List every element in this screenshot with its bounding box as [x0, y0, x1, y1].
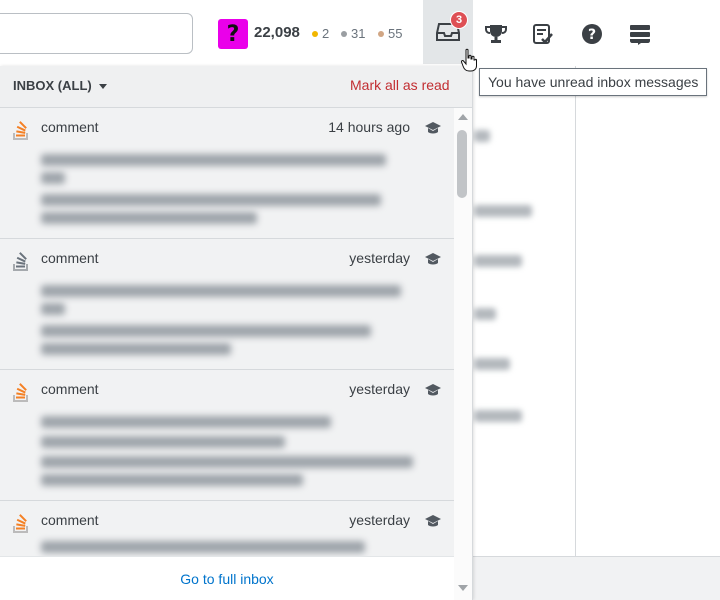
inbox-item-text	[41, 194, 381, 206]
graduation-cap-icon	[425, 515, 441, 527]
bronze-badge-value: 55	[388, 26, 403, 41]
blurred-text	[474, 130, 490, 142]
review-queues-button[interactable]	[529, 20, 557, 48]
graduation-cap-icon	[425, 384, 441, 396]
stackoverflow-icon	[13, 514, 28, 533]
hand-cursor-icon	[461, 48, 477, 72]
blurred-text	[474, 308, 496, 320]
blurred-text	[474, 358, 510, 370]
inbox-item-time: yesterday	[349, 512, 410, 528]
scrollbar-thumb[interactable]	[457, 130, 467, 198]
stackoverflow-icon	[13, 383, 28, 402]
page-background	[473, 66, 720, 600]
inbox-unread-badge: 3	[450, 11, 468, 29]
svg-text:?: ?	[588, 27, 596, 43]
gold-badge-icon	[312, 30, 318, 37]
inbox-item-type: comment	[41, 119, 99, 135]
inbox-item-text	[41, 436, 285, 448]
silver-badge-count: 31	[341, 26, 365, 41]
mark-all-read-link[interactable]: Mark all as read	[350, 77, 450, 93]
inbox-item[interactable]: comment 14 hours ago	[0, 108, 454, 239]
inbox-item[interactable]: comment yesterday	[0, 239, 454, 370]
silver-badge-value: 31	[351, 26, 366, 41]
column-divider	[575, 66, 576, 556]
inbox-item-time: 14 hours ago	[328, 119, 410, 135]
inbox-tooltip: You have unread inbox messages	[479, 68, 708, 96]
inbox-item-text	[41, 416, 331, 428]
chevron-down-icon[interactable]	[99, 84, 107, 89]
inbox-item-time: yesterday	[349, 250, 410, 266]
inbox-item[interactable]: comment yesterday	[0, 501, 454, 556]
achievements-button[interactable]	[482, 20, 510, 48]
review-icon	[533, 24, 553, 44]
inbox-item-text	[41, 541, 365, 553]
blurred-text	[474, 205, 532, 217]
bronze-badge-icon	[378, 30, 384, 37]
site-switcher-icon	[630, 25, 650, 45]
blurred-text	[474, 255, 522, 267]
search-input[interactable]	[0, 13, 193, 54]
inbox-item-text	[41, 474, 303, 486]
page-background-footer	[473, 556, 720, 600]
full-inbox-link[interactable]: Go to full inbox	[180, 571, 273, 587]
stackexchange-icon	[13, 252, 28, 271]
silver-badge-icon	[341, 30, 347, 37]
inbox-item-text	[41, 456, 413, 468]
scroll-up-icon[interactable]	[458, 114, 468, 120]
inbox-item-text	[41, 303, 65, 315]
inbox-footer: Go to full inbox	[0, 556, 454, 600]
stackoverflow-icon	[13, 121, 28, 140]
inbox-item-text	[41, 285, 401, 297]
avatar-glyph: ?	[226, 21, 240, 47]
inbox-item[interactable]: comment yesterday	[0, 370, 454, 501]
inbox-item-text	[41, 343, 231, 355]
help-button[interactable]: ?	[578, 20, 606, 48]
inbox-item-time: yesterday	[349, 381, 410, 397]
top-bar: ? 22,098 2 31 55 3 ?	[0, 0, 720, 66]
scroll-down-icon[interactable]	[458, 585, 468, 591]
site-switcher-button[interactable]	[626, 20, 654, 48]
reputation-count: 22,098	[254, 24, 300, 41]
blurred-text	[474, 410, 522, 422]
gold-badge-value: 2	[322, 26, 330, 41]
inbox-filter-dropdown[interactable]: INBOX (ALL)	[13, 78, 92, 93]
inbox-item-type: comment	[41, 250, 99, 266]
inbox-item-text	[41, 154, 386, 166]
bronze-badge-count: 55	[378, 26, 402, 41]
inbox-item-text	[41, 212, 257, 224]
help-icon: ?	[582, 24, 602, 44]
gold-badge-count: 2	[312, 26, 329, 41]
inbox-item-type: comment	[41, 381, 99, 397]
inbox-item-text	[41, 172, 65, 184]
inbox-item-text	[41, 325, 371, 337]
inbox-item-type: comment	[41, 512, 99, 528]
avatar[interactable]: ?	[218, 19, 248, 49]
inbox-dropdown: INBOX (ALL) Mark all as read comment 14 …	[0, 66, 473, 600]
inbox-header: INBOX (ALL) Mark all as read	[0, 66, 472, 108]
trophy-icon	[485, 25, 507, 43]
graduation-cap-icon	[425, 253, 441, 265]
graduation-cap-icon	[425, 122, 441, 134]
